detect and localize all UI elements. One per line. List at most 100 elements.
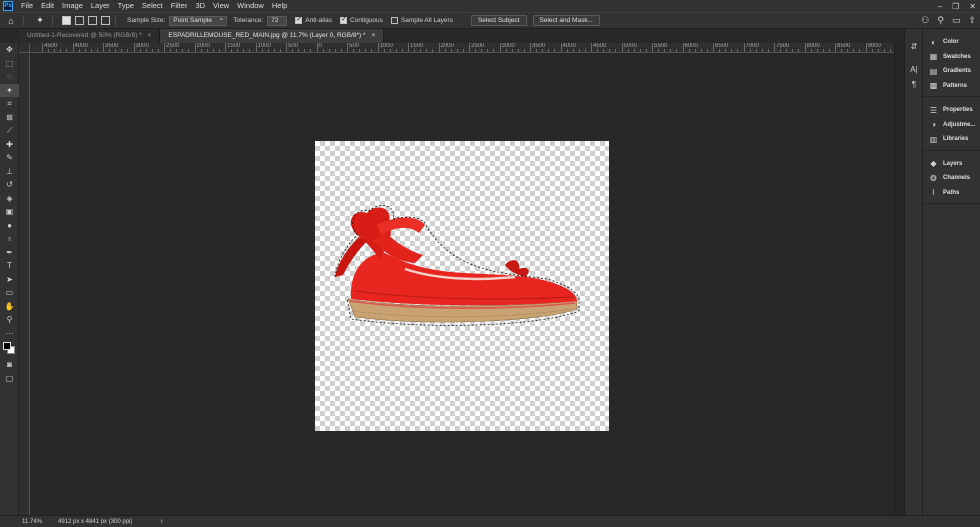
- path-selection-tool-icon[interactable]: ➤: [0, 273, 19, 287]
- home-icon[interactable]: ⌂: [4, 15, 18, 27]
- subtract-from-selection-icon[interactable]: [88, 16, 97, 25]
- clone-stamp-tool-icon[interactable]: ⊥: [0, 165, 19, 179]
- frame-tool-icon[interactable]: ⊠: [0, 111, 19, 125]
- pen-tool-icon[interactable]: ✒: [0, 246, 19, 260]
- ruler-tick: [517, 49, 519, 52]
- magic-wand-tool-preset-icon[interactable]: ✦: [33, 15, 47, 27]
- brush-tool-icon[interactable]: ✎: [0, 151, 19, 165]
- canvas-vertical-scrollbar[interactable]: [894, 43, 904, 515]
- panel-label: Channels: [943, 175, 971, 182]
- menu-window[interactable]: Window: [233, 0, 268, 12]
- tab-close-icon[interactable]: ×: [148, 32, 152, 39]
- ruler-tick: [249, 49, 251, 52]
- panel-paths[interactable]: ⌇ Paths: [923, 186, 980, 201]
- hand-tool-icon[interactable]: ✋: [0, 300, 19, 314]
- foreground-color-swatch[interactable]: [3, 342, 11, 350]
- tolerance-input[interactable]: 72: [267, 15, 288, 26]
- select-subject-button[interactable]: Select Subject: [470, 15, 527, 26]
- history-brush-tool-icon[interactable]: ↺: [0, 178, 19, 192]
- ruler-tick: [292, 49, 294, 52]
- history-panel-icon[interactable]: ⇵: [905, 39, 923, 54]
- status-menu-arrow-icon[interactable]: ›: [160, 518, 162, 525]
- panel-adjustments[interactable]: ◑ Adjustme...: [923, 118, 980, 133]
- color-swatches[interactable]: [0, 340, 19, 358]
- vertical-ruler[interactable]: [19, 53, 30, 515]
- panel-patterns[interactable]: ▩ Patterns: [923, 79, 980, 94]
- menu-view[interactable]: View: [209, 0, 233, 12]
- select-and-mask-button[interactable]: Select and Mask...: [532, 15, 600, 26]
- new-selection-icon[interactable]: [62, 16, 71, 25]
- share-document-icon[interactable]: ⇪: [968, 15, 976, 26]
- contiguous-checkbox[interactable]: [340, 15, 348, 24]
- menu-type[interactable]: Type: [114, 0, 138, 12]
- type-tool-icon[interactable]: T: [0, 259, 19, 273]
- ruler-tick: [243, 49, 245, 52]
- anti-alias-checkbox[interactable]: [295, 15, 303, 24]
- healing-brush-tool-icon[interactable]: ✚: [0, 138, 19, 152]
- panel-label: Layers: [943, 160, 963, 167]
- character-panel-icon[interactable]: A|: [905, 62, 923, 77]
- ruler-tick: [889, 49, 891, 52]
- share-icon[interactable]: ⚇: [921, 15, 929, 26]
- panel-libraries[interactable]: ▥ Libraries: [923, 132, 980, 147]
- menu-image[interactable]: Image: [58, 0, 87, 12]
- panel-label: Properties: [943, 107, 973, 114]
- ruler-origin[interactable]: [19, 43, 30, 53]
- crop-tool-icon[interactable]: ⌗: [0, 97, 19, 111]
- panel-gradients[interactable]: ▤ Gradients: [923, 64, 980, 79]
- window-controls: – ❐ ✕: [938, 0, 976, 12]
- menu-3d[interactable]: 3D: [191, 0, 209, 12]
- more-tools-icon[interactable]: ···: [0, 327, 19, 341]
- blur-tool-icon[interactable]: ●: [0, 219, 19, 233]
- intersect-selection-icon[interactable]: [101, 16, 110, 25]
- marquee-tool-icon[interactable]: ⬚: [0, 57, 19, 71]
- ruler-tick: [231, 49, 233, 52]
- ruler-tick: [725, 49, 727, 52]
- tab-espadrille[interactable]: ESPADRILLEMOUSE_RED_MAIN.jpg @ 11.7% (La…: [160, 29, 385, 43]
- gradient-tool-icon[interactable]: ▣: [0, 205, 19, 219]
- eraser-tool-icon[interactable]: ◈: [0, 192, 19, 206]
- close-icon[interactable]: ✕: [969, 2, 976, 11]
- document-canvas[interactable]: [315, 141, 609, 431]
- menu-help[interactable]: Help: [268, 0, 291, 12]
- maximize-icon[interactable]: ❐: [952, 2, 959, 11]
- dodge-tool-icon[interactable]: ♁: [0, 232, 19, 246]
- search-icon[interactable]: ⚲: [937, 15, 944, 26]
- panel-properties[interactable]: ☰ Properties: [923, 103, 980, 118]
- sample-all-layers-checkbox[interactable]: [390, 17, 398, 24]
- ruler-tick: [859, 49, 861, 52]
- panel-channels[interactable]: ❂ Channels: [923, 171, 980, 186]
- zoom-level-field[interactable]: 11.74%: [22, 519, 44, 525]
- menu-layer[interactable]: Layer: [87, 0, 114, 12]
- zoom-tool-icon[interactable]: ⚲: [0, 313, 19, 327]
- menu-file[interactable]: File: [17, 0, 37, 12]
- panel-color[interactable]: ◐ Color: [923, 35, 980, 50]
- quick-mask-icon[interactable]: ◙: [0, 358, 19, 372]
- tab-close-icon[interactable]: ×: [372, 32, 376, 39]
- move-tool-icon[interactable]: ✥: [0, 43, 19, 57]
- eyedropper-tool-icon[interactable]: ⟋: [0, 124, 19, 138]
- magic-wand-tool-icon[interactable]: ✦: [0, 83, 19, 97]
- menu-edit[interactable]: Edit: [37, 0, 58, 12]
- panel-layers[interactable]: ◆ Layers: [923, 157, 980, 172]
- lasso-tool-icon[interactable]: ◌: [0, 70, 19, 84]
- layers-icon: ◆: [930, 159, 937, 169]
- ruler-tick-label: 8500: [837, 43, 851, 49]
- properties-icon: ☰: [929, 105, 938, 115]
- photoshop-logo-icon[interactable]: Ps: [3, 1, 13, 11]
- minimize-icon[interactable]: –: [938, 2, 942, 11]
- paragraph-panel-icon[interactable]: ¶: [905, 77, 923, 92]
- canvas-workspace[interactable]: [30, 53, 894, 515]
- workspace-icon[interactable]: ▭: [952, 15, 961, 26]
- menu-filter[interactable]: Filter: [167, 0, 192, 12]
- panel-swatches[interactable]: ▦ Swatches: [923, 50, 980, 65]
- horizontal-ruler[interactable]: 4500 4000 3500 3000 2500 2000 1500 1000 500 0 500 1…: [30, 43, 894, 53]
- add-to-selection-icon[interactable]: [75, 16, 84, 25]
- sample-size-select[interactable]: Point Sample: [169, 15, 228, 26]
- rectangle-tool-icon[interactable]: ▭: [0, 286, 19, 300]
- menu-select[interactable]: Select: [138, 0, 167, 12]
- ruler-tick: [627, 49, 629, 52]
- screen-mode-icon[interactable]: ▢: [0, 372, 19, 386]
- tab-untitled-recovered[interactable]: Untitled-1-Recovered @ 50% (RGB/8) * ×: [19, 29, 161, 43]
- collapsed-panel-strip: ⇵ A| ¶: [904, 29, 922, 515]
